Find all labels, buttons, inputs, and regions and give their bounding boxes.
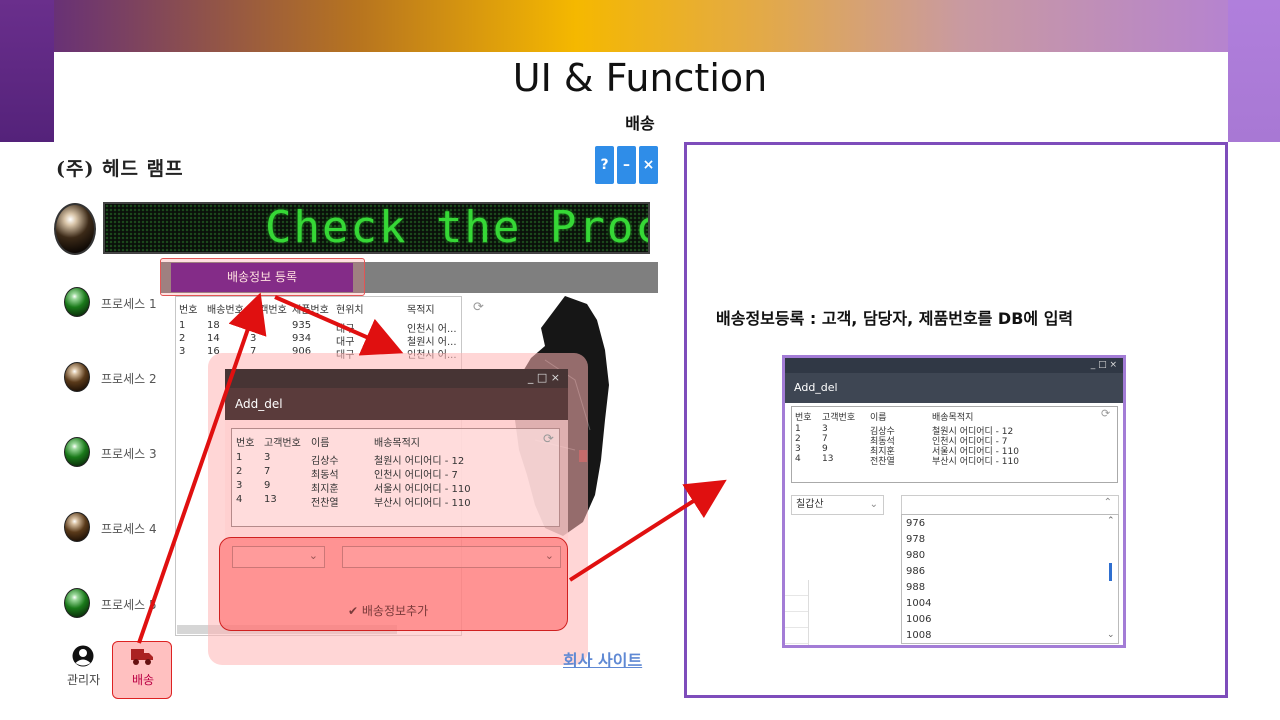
annotation-arrows	[137, 292, 727, 644]
arrow-tab-to-list	[274, 295, 404, 356]
arrow-nav-to-tab	[137, 292, 267, 644]
slide: UI & Function 배송 (주) 헤드 램프 ? – × Check t…	[0, 0, 1280, 720]
arrow-dialog-to-panel	[568, 479, 727, 582]
